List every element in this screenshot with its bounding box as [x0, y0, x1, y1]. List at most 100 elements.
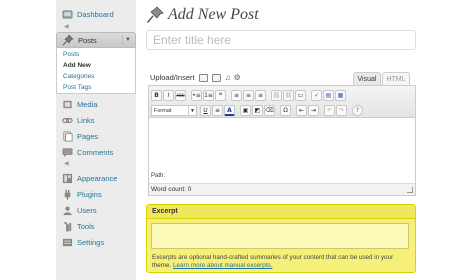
excerpt-textarea[interactable]	[151, 223, 409, 249]
align-right-button[interactable]: ≡	[255, 90, 266, 101]
submenu-item-post-tags[interactable]: Post Tags	[63, 82, 91, 93]
underline-button[interactable]: U	[200, 105, 211, 116]
editor-path: Path:	[149, 173, 415, 183]
add-image-icon[interactable]	[198, 73, 208, 82]
menu-label: Plugins	[77, 189, 102, 199]
excerpt-help: Excerpts are optional hand-crafted summa…	[152, 254, 414, 270]
chevron-down-icon: ▼	[188, 106, 196, 115]
insert-more-button[interactable]: ▭	[295, 90, 306, 101]
format-select-value: Format	[154, 107, 172, 114]
editor-content-area[interactable]	[149, 119, 415, 173]
media-icon	[61, 98, 73, 110]
toolbar-row-1: B I ABC •≡ 1≡ ❝ ≡ ≡ ≡ ⛓ ⛓ ▭ ✓ ▤ ▦	[151, 89, 347, 102]
tab-visual[interactable]: Visual	[353, 72, 381, 85]
pushpin-icon	[146, 6, 164, 23]
menu-label: Media	[77, 99, 98, 109]
undo-button[interactable]: ↶	[324, 105, 335, 116]
align-center-button[interactable]: ≡	[243, 90, 254, 101]
menu-item-comments[interactable]: Comments	[56, 144, 136, 160]
menu-item-plugins[interactable]: Plugins	[56, 186, 136, 202]
word-count-text: Word count: 0	[151, 186, 192, 193]
users-icon	[61, 204, 73, 216]
italic-button[interactable]: I	[163, 90, 174, 101]
menu-label: Tools	[77, 221, 95, 231]
appearance-icon	[61, 172, 73, 184]
special-char-button[interactable]: Ω	[280, 105, 291, 116]
outdent-button[interactable]: ⇤	[296, 105, 307, 116]
text-color-button[interactable]: A	[224, 105, 235, 116]
kitchen-sink-button[interactable]: ▦	[335, 90, 346, 101]
menu-item-links[interactable]: Links	[56, 112, 136, 128]
menu-label: Comments	[77, 147, 114, 157]
upload-insert-label: Upload/Insert	[150, 73, 195, 82]
add-video-icon[interactable]	[211, 73, 221, 82]
menu-label: Appearance	[77, 173, 118, 183]
menu-item-users[interactable]: Users	[56, 202, 136, 218]
menu-separator: ◀	[64, 161, 69, 167]
menu-item-tools[interactable]: Tools	[56, 218, 136, 234]
word-count: Word count: 0	[149, 183, 415, 195]
help-button[interactable]: ?	[352, 105, 363, 116]
menu-item-posts[interactable]: Posts ▼	[56, 32, 136, 48]
upload-insert-bar: Upload/Insert ♫ ⚙	[150, 73, 241, 82]
add-audio-icon[interactable]: ♫	[225, 73, 231, 82]
post-title-input[interactable]: Enter title here	[146, 30, 416, 50]
menu-label: Users	[77, 205, 97, 215]
bold-button[interactable]: B	[151, 90, 162, 101]
link-icon	[61, 114, 73, 126]
align-left-button[interactable]: ≡	[231, 90, 242, 101]
paste-word-button[interactable]: ◩	[252, 105, 263, 116]
menu-item-appearance[interactable]: Appearance	[56, 170, 136, 186]
admin-sidebar: Dashboard ◀ Posts ▼ Posts Add New Catego…	[56, 0, 136, 280]
dashboard-icon	[61, 8, 73, 20]
post-editor: B I ABC •≡ 1≡ ❝ ≡ ≡ ≡ ⛓ ⛓ ▭ ✓ ▤ ▦ Format…	[148, 85, 416, 196]
fullscreen-button[interactable]: ▤	[323, 90, 334, 101]
unlink-button[interactable]: ⛓	[283, 90, 294, 101]
justify-button[interactable]: ≡	[212, 105, 223, 116]
tab-html[interactable]: HTML	[382, 72, 410, 85]
menu-label: Links	[77, 115, 95, 125]
title-placeholder: Enter title here	[153, 33, 232, 47]
remove-format-button[interactable]: ⌫	[264, 105, 275, 116]
bullet-list-button[interactable]: •≡	[191, 90, 202, 101]
excerpt-heading[interactable]: Excerpt	[147, 205, 415, 219]
paste-text-button[interactable]: ▣	[240, 105, 251, 116]
page-title: Add New Post	[168, 6, 259, 23]
numbered-list-button[interactable]: 1≡	[203, 90, 214, 101]
posts-submenu: Posts Add New Categories Post Tags	[56, 48, 136, 94]
menu-label: Pages	[77, 131, 99, 141]
submenu-item-categories[interactable]: Categories	[63, 71, 94, 82]
menu-separator: ◀	[64, 24, 69, 30]
tools-icon	[61, 220, 73, 232]
toolbar-row-2: Format ▼ U ≡ A ▣ ◩ ⌫ Ω ⇤ ⇥ ↶ ↷ ?	[151, 104, 364, 117]
pages-icon	[61, 130, 73, 142]
plugin-icon	[61, 188, 73, 200]
menu-item-settings[interactable]: Settings	[56, 234, 136, 250]
settings-icon	[61, 236, 73, 248]
menu-label: Posts	[78, 35, 97, 45]
strikethrough-button[interactable]: ABC	[175, 90, 186, 101]
submenu-item-add-new[interactable]: Add New	[63, 60, 91, 71]
menu-label: Dashboard	[77, 9, 114, 19]
page-header: Add New Post	[146, 4, 259, 26]
comment-icon	[61, 146, 73, 158]
indent-button[interactable]: ⇥	[308, 105, 319, 116]
redo-button[interactable]: ↷	[336, 105, 347, 116]
menu-item-pages[interactable]: Pages	[56, 128, 136, 144]
spellcheck-button[interactable]: ✓	[311, 90, 322, 101]
menu-item-media[interactable]: Media	[56, 96, 136, 112]
excerpt-learn-more-link[interactable]: Learn more about manual excerpts.	[173, 262, 272, 269]
main-content: Add New Post Enter title here Upload/Ins…	[146, 0, 420, 280]
pushpin-icon	[62, 34, 74, 46]
excerpt-box: Excerpt Excerpts are optional hand-craft…	[146, 204, 416, 273]
editor-toolbar: B I ABC •≡ 1≡ ❝ ≡ ≡ ≡ ⛓ ⛓ ▭ ✓ ▤ ▦ Format…	[149, 86, 415, 118]
add-media-icon[interactable]: ⚙	[234, 73, 241, 82]
resize-handle-icon[interactable]	[407, 187, 413, 193]
format-select[interactable]: Format ▼	[151, 105, 197, 116]
insert-link-button[interactable]: ⛓	[271, 90, 282, 101]
menu-label: Settings	[77, 237, 105, 247]
blockquote-button[interactable]: ❝	[215, 90, 226, 101]
menu-item-dashboard[interactable]: Dashboard	[56, 6, 136, 22]
chevron-down-icon[interactable]: ▼	[122, 35, 133, 45]
submenu-item-posts[interactable]: Posts	[63, 49, 79, 60]
